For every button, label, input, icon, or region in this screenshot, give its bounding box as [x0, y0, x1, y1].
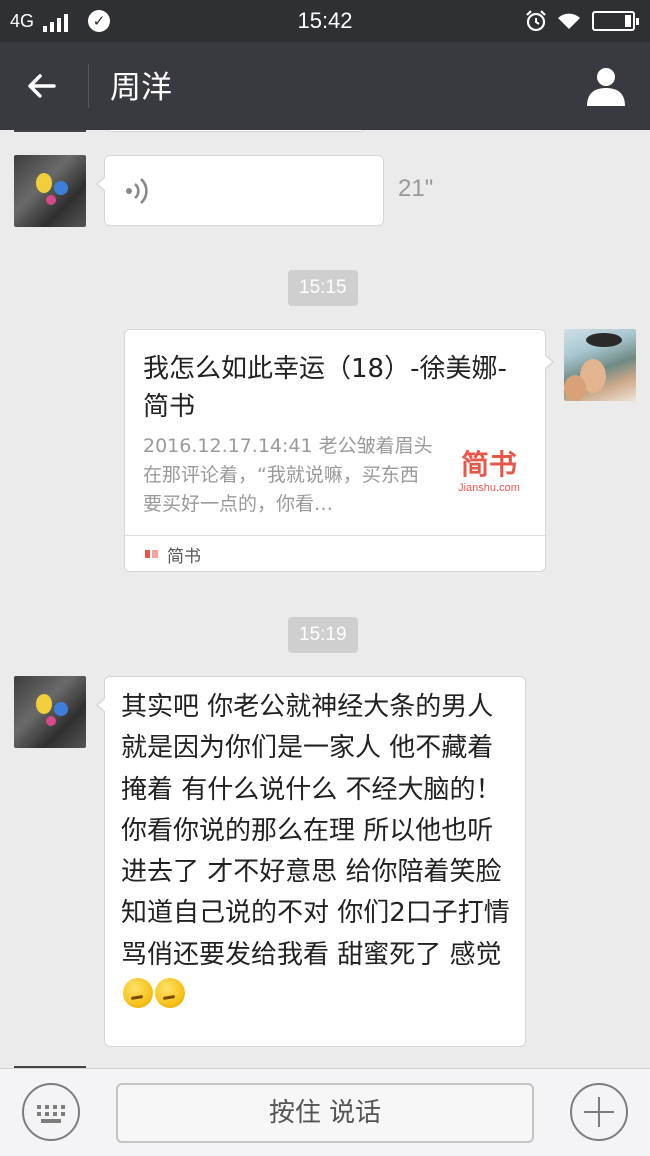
timestamp: 15:15: [288, 270, 358, 306]
hold-to-talk-button[interactable]: 按住 说话: [116, 1083, 534, 1143]
wifi-icon: [558, 13, 580, 29]
person-icon[interactable]: [584, 64, 628, 108]
arrow-left-icon[interactable]: [20, 64, 64, 108]
link-title: 我怎么如此幸运（18）-徐美娜-简书: [143, 354, 507, 422]
link-description: 2016.12.17.14:41 老公皱着眉头在那评论着，“我就说嘛，买东西要买…: [143, 435, 433, 515]
message-text-container: 其实吧 你老公就神经大条的男人 就是因为你们是一家人 他不藏着掩着 有什么说什么…: [121, 687, 517, 1017]
message-list[interactable]: 21" 15:15 我怎么如此幸运（18）-徐美娜-简书 2016.12.17.…: [0, 130, 650, 1068]
timestamp: 15:19: [288, 617, 358, 653]
keyboard-icon[interactable]: [22, 1083, 80, 1141]
page-title: 周洋: [110, 70, 172, 106]
thinking-face-emoji: [155, 978, 185, 1009]
text-message-bubble[interactable]: 其实吧 你老公就神经大条的男人 就是因为你们是一家人 他不藏着掩着 有什么说什么…: [96, 676, 526, 1047]
status-bar: 4G ✓ 15:42: [0, 0, 650, 42]
message-text: 其实吧 你老公就神经大条的男人 就是因为你们是一家人 他不藏着掩着 有什么说什么…: [121, 692, 510, 970]
battery-icon: [592, 11, 639, 31]
avatar: [14, 130, 86, 132]
status-time: 15:42: [297, 8, 353, 33]
input-bar: 按住 说话: [0, 1068, 650, 1156]
jianshu-logo: 简书 Jianshu.com: [445, 448, 533, 504]
avatar-contact[interactable]: [14, 155, 86, 227]
avatar-contact[interactable]: [14, 676, 86, 748]
voice-duration: 21": [398, 175, 434, 202]
voice-icon: [126, 178, 148, 204]
header-divider: [88, 64, 89, 108]
chat-header: 周洋: [0, 42, 650, 130]
logo-text: 简书: [460, 448, 517, 481]
link-card[interactable]: 我怎么如此幸运（18）-徐美娜-简书 2016.12.17.14:41 老公皱着…: [124, 329, 554, 572]
source-label: 简书: [167, 547, 201, 567]
alarm-icon: [526, 10, 546, 32]
link-source: 简书: [125, 535, 545, 572]
plus-icon[interactable]: [570, 1083, 628, 1141]
thinking-face-emoji: [123, 978, 153, 1009]
logo-subtext: Jianshu.com: [458, 482, 520, 494]
avatar-self[interactable]: [564, 329, 636, 401]
voice-message-bubble[interactable]: [96, 155, 384, 226]
message-bubble-partial: [104, 130, 366, 132]
jianshu-source-icon: [145, 550, 158, 558]
